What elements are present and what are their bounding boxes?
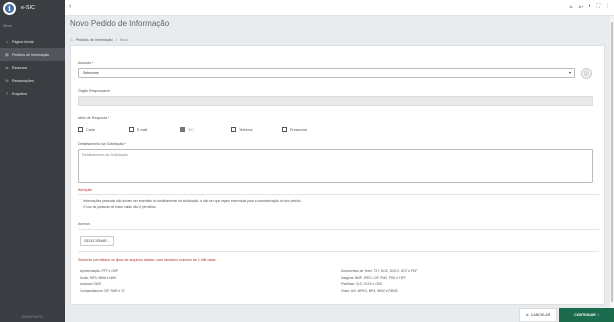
sidebar-item-pedidos[interactable]: ▤ Pedidos de Informação (0, 48, 65, 61)
option-sic: SIC (180, 127, 231, 132)
sidebar-item-label: Enquetes (12, 91, 28, 96)
form-card: Assunto * Selecione ▾ ⓘ Órgão Responsáve… (70, 45, 605, 305)
contrast-icon[interactable]: ◐ (588, 3, 591, 9)
file-icon: ▤ (5, 52, 9, 57)
atencao-title: Atenção (78, 188, 92, 192)
checkbox[interactable] (231, 127, 236, 132)
brand-name: e-SIC (21, 5, 36, 11)
option-presencial[interactable]: Presencial (282, 127, 333, 132)
sidebar: i e-SIC Menu ⌂ Página Inicial ▤ Pedidos … (0, 0, 65, 322)
format-item: Apresentação: PPT e ODP (80, 269, 119, 273)
format-item: Compactadores: ZIP, RAR e 7Z (80, 288, 125, 293)
sidebar-item-label: Página Inicial (12, 39, 34, 44)
home-icon[interactable]: ⌂ (70, 37, 73, 42)
font-decrease-button[interactable]: A- (569, 4, 573, 9)
format-item: Vídeo: AVI, MPEG, MP4, WMV e RMVB (341, 288, 398, 293)
footer-logo: SMARAPD (21, 314, 44, 319)
fullscreen-icon[interactable]: ⛶ (596, 3, 600, 9)
topbar-tools: A- A+ ◐ ⛶ ⋮ (569, 3, 610, 9)
meio-resposta-options: Carta E-mail SIC Telefone Presencial (78, 127, 333, 132)
info-icon: ⓘ (583, 71, 589, 77)
menu-title: Menu (3, 24, 12, 28)
sidebar-item-pagina-inicial[interactable]: ⌂ Página Inicial (0, 35, 65, 48)
back-arrow-icon[interactable]: ‹ (69, 3, 71, 10)
page-title: Novo Pedido de Informação (70, 19, 170, 28)
logo-icon: i (3, 1, 16, 15)
brand[interactable]: i e-SIC (0, 0, 65, 16)
detalhamento-label: Detalhamento da Solicitação * (78, 142, 127, 146)
breadcrumb-current: Novo (119, 37, 129, 42)
checkbox[interactable] (282, 127, 287, 132)
question-icon: ? (6, 91, 8, 96)
checkbox[interactable] (78, 127, 83, 132)
topbar: ‹ A- A+ ◐ ⛶ ⋮ (65, 0, 614, 16)
checkbox[interactable] (129, 127, 134, 132)
font-increase-button[interactable]: A+ (578, 4, 583, 9)
option-carta[interactable]: Carta (78, 127, 129, 132)
home-icon: ⌂ (5, 39, 9, 44)
assunto-label: Assunto * (78, 61, 94, 65)
cancel-button[interactable]: ⊘ CANCELAR (519, 308, 557, 322)
more-vertical-icon[interactable]: ⋮ (605, 3, 610, 9)
sidebar-item-enquetes[interactable]: ? Enquetes (0, 87, 65, 100)
breadcrumb: ⌂ Pedidos de Informação / Novo (70, 37, 128, 42)
cancel-label: CANCELAR (530, 313, 551, 317)
orgao-label: Órgão Responsável (78, 89, 110, 93)
atencao-line-2: O uso de palavras de baixo calão não é p… (83, 205, 157, 209)
scrollbar[interactable] (610, 16, 614, 308)
sidebar-item-label: Reclamações (12, 78, 34, 83)
continue-button[interactable]: CONTINUAR › (559, 308, 614, 322)
continue-label: CONTINUAR (574, 313, 596, 317)
detalhamento-textarea[interactable]: Detalhamento da Solicitação (78, 149, 593, 183)
chevron-down-icon: ▾ (568, 70, 571, 75)
assunto-select[interactable]: Selecione ▾ (78, 68, 575, 78)
select-files-button[interactable]: SELECIONAR... (80, 236, 114, 246)
chevron-right-icon: › (597, 313, 599, 317)
sidebar-nav: ⌂ Página Inicial ▤ Pedidos de Informação… (0, 35, 65, 100)
divider (78, 194, 599, 195)
sidebar-item-label: Pedidos de Informação (12, 52, 49, 57)
sidebar-item-reclamacoes[interactable]: ✉ Reclamações (0, 74, 65, 87)
orgao-input (78, 96, 593, 106)
breadcrumb-link-pedidos[interactable]: Pedidos de Informação (76, 38, 113, 42)
checkbox (180, 127, 185, 132)
option-email[interactable]: E-mail (129, 127, 180, 132)
sidebar-item-recursos[interactable]: ⚖ Recursos (0, 61, 65, 74)
scrollbar-thumb[interactable] (611, 22, 613, 302)
detalhamento-placeholder: Detalhamento da Solicitação (82, 153, 128, 157)
meio-resposta-label: Meio de Resposta * (78, 116, 110, 120)
anexos-title: Anexos (78, 222, 90, 226)
assunto-select-value: Selecione (83, 71, 99, 75)
option-telefone[interactable]: Telefone (231, 127, 282, 132)
formats-list-right: Documentos de Texto: TXT, DOC, DOCX, ODT… (341, 268, 417, 294)
help-button[interactable]: ⓘ (581, 68, 592, 79)
chat-icon: ✉ (5, 78, 9, 83)
divider (78, 251, 599, 252)
ban-icon: ⊘ (525, 313, 529, 317)
gavel-icon: ⚖ (5, 65, 9, 70)
formats-list-left: Apresentação: PPT e ODP Áudio: MP3, WMA … (80, 268, 125, 294)
divider (78, 229, 599, 230)
atencao-notice: Informações pessoais não devem ser inser… (83, 198, 301, 210)
breadcrumb-separator: / (115, 37, 117, 42)
sidebar-item-label: Recursos (12, 65, 28, 70)
formats-title: Somente permitidos os tipos de arquivos … (78, 258, 217, 262)
format-item: Documentos de Texto: TXT, DOC, DOCX, ODT… (341, 269, 418, 273)
